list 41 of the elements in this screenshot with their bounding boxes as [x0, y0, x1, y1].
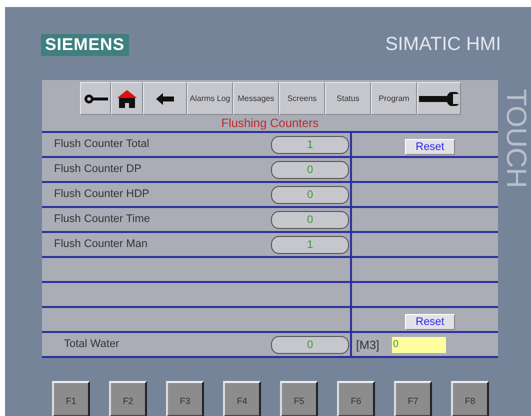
row-label: Flush Counter HDP: [53, 187, 150, 202]
counter-field: 0: [271, 186, 349, 204]
function-key[interactable]: F7: [394, 381, 432, 416]
back-button[interactable]: [143, 82, 187, 115]
counter-field: 1: [271, 136, 349, 154]
screen-title: Flushing Counters: [220, 116, 320, 130]
key-button[interactable]: [80, 82, 111, 115]
row-label: Flush Counter Total: [53, 137, 150, 152]
toolbar-button[interactable]: Alarms Log: [187, 82, 233, 115]
row-label: Total Water: [63, 337, 120, 352]
row-label: Flush Counter DP: [53, 162, 142, 178]
unit-label: [M3]: [355, 336, 380, 354]
counter-field: 0: [271, 336, 349, 354]
function-key[interactable]: F3: [166, 381, 204, 416]
reset-button[interactable]: Reset: [405, 314, 455, 330]
row-label: Flush Counter Man: [53, 237, 148, 252]
brand-logo: SIEMENS: [41, 34, 128, 56]
counter-field: 1: [271, 236, 349, 254]
toolbar-button[interactable]: Status: [325, 82, 371, 115]
function-key[interactable]: F8: [451, 381, 489, 416]
product-name: SIMATIC HMI: [385, 34, 501, 56]
reset-button[interactable]: Reset: [405, 139, 455, 155]
toolbar-button[interactable]: Screens: [279, 82, 325, 115]
home-icon: [117, 90, 137, 108]
function-key[interactable]: F2: [109, 381, 147, 416]
counter-field: 0: [271, 210, 349, 228]
function-key[interactable]: F1: [52, 381, 90, 416]
counter-field: 0: [271, 160, 349, 178]
left-arrow-icon: [156, 92, 174, 104]
key-icon: [84, 94, 108, 104]
function-key[interactable]: F4: [223, 381, 261, 416]
home-button[interactable]: [111, 82, 143, 115]
row-label: Flush Counter Time: [53, 212, 150, 228]
side-label: TOUCH: [502, 89, 530, 188]
input-field[interactable]: 0: [392, 336, 446, 352]
wrench-button[interactable]: [417, 82, 461, 115]
toolbar-button[interactable]: Program: [371, 82, 417, 115]
toolbar-button[interactable]: Messages: [233, 82, 279, 115]
function-key[interactable]: F5: [280, 381, 318, 416]
function-key[interactable]: F6: [337, 381, 375, 416]
wrench-icon: [419, 92, 459, 106]
